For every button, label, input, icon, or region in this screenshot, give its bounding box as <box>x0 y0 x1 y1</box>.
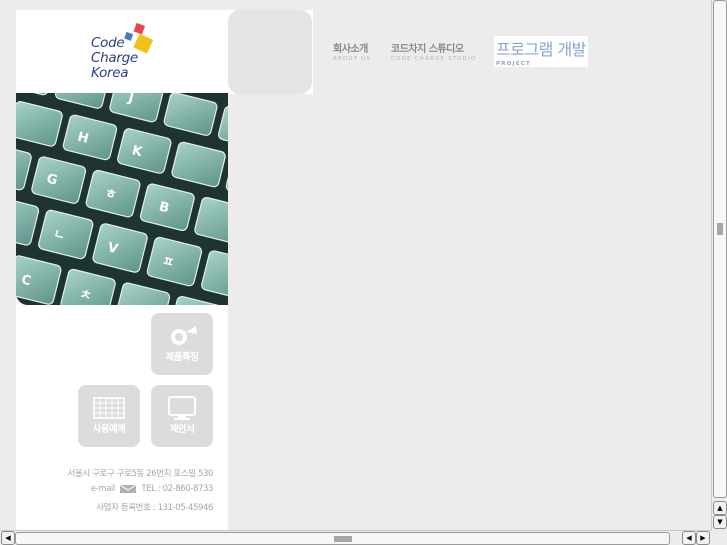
business-number-text: 사업자 등록번호 : 131-05-45946 <box>96 503 213 513</box>
magnifier-icon <box>171 326 197 345</box>
logo-line-code: Code <box>91 35 125 51</box>
code-charge-korea-logo[interactable]: Code Charge Korea <box>91 22 171 92</box>
tel-text: TEL : 02-860-8733 <box>141 484 213 494</box>
scroll-down-button[interactable]: ▼ <box>713 515 727 529</box>
usage-examples-label: 사용예제 <box>92 424 126 435</box>
nav-studio-label: 코드차지 스튜디오 <box>391 44 464 55</box>
proposal-label: 제안서 <box>169 424 195 435</box>
header-corner-block <box>228 10 313 94</box>
logo-text: Code Charge Korea <box>91 36 138 81</box>
nav-about-us-label: 회사소개 <box>333 44 368 55</box>
logo-line-korea: Korea <box>91 65 129 81</box>
envelope-icon[interactable] <box>119 484 137 493</box>
product-features-button[interactable]: 제품특징 <box>151 313 213 375</box>
scrollbar-corner <box>711 530 727 545</box>
email-label: e-mail <box>90 484 116 494</box>
scroll-right-button[interactable]: ▶ <box>696 531 710 545</box>
vertical-grip-icon <box>717 223 723 235</box>
address-text: 서울시 구로구 구로5동 26번지 포스빌 530 <box>67 469 214 479</box>
horizontal-scroll-thumb[interactable] <box>15 532 670 545</box>
scroll-left-button[interactable]: ◀ <box>1 531 15 545</box>
horizontal-scrollbar[interactable]: ◀ ◀ ▶ <box>0 530 711 545</box>
vertical-scroll-thumb[interactable] <box>713 0 727 498</box>
nav-project[interactable]: 프로그램 개발 PROJECT <box>494 36 588 67</box>
nav-about-us-sub: ABOUT US <box>333 56 372 62</box>
nav-code-charge-studio[interactable]: 코드차지 스튜디오 CODE CHARGE STUDIO <box>391 40 476 62</box>
nav-about-us[interactable]: 회사소개 ABOUT US <box>333 40 371 62</box>
horizontal-grip-icon <box>334 536 352 542</box>
monitor-icon <box>168 396 196 420</box>
usage-examples-button[interactable]: 사용예제 <box>78 385 140 447</box>
scroll-up-button[interactable]: ▲ <box>713 501 727 515</box>
keyboard-photo: T J H K G ㅎ B ㄴ V ㅍ C ㅊ <box>16 93 228 305</box>
proposal-button[interactable]: 제안서 <box>151 385 213 447</box>
logo-line-charge: Charge <box>91 50 138 66</box>
nav-project-label: 프로그램 개발 <box>496 40 586 59</box>
product-features-label: 제품특징 <box>165 352 199 363</box>
contact-info: 서울시 구로구 구로5동 26번지 포스빌 530 e-mail TEL : 0… <box>16 465 214 525</box>
nav-studio-sub: CODE CHARGE STUDIO <box>391 56 477 62</box>
scroll-left-button-2[interactable]: ◀ <box>682 531 696 545</box>
keyboard-image: T J H K G ㅎ B ㄴ V ㅍ C ㅊ <box>16 93 228 305</box>
vertical-scrollbar[interactable]: ▲ ▼ <box>711 0 727 530</box>
email-tel-line: e-mail TEL : 02-860-8733 <box>90 484 214 494</box>
grid-icon <box>93 397 125 419</box>
nav-project-sub: PROJECT <box>496 61 531 67</box>
